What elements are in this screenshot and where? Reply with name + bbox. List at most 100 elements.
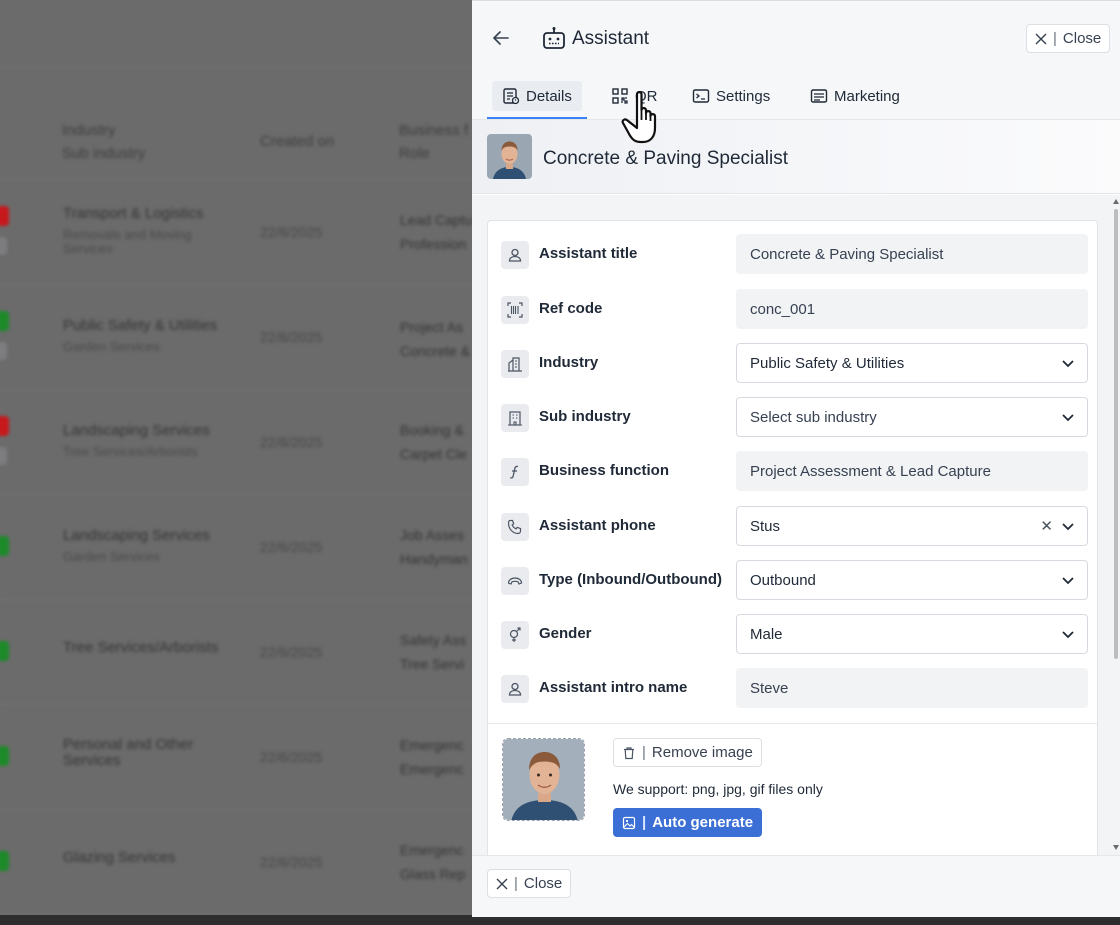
robot-icon: [543, 27, 565, 49]
row-role: Emergenc Emergenc: [400, 737, 464, 777]
profile-strip: Concrete & Paving Specialist: [472, 120, 1120, 194]
field-intro-name: Assistant intro name Steve: [488, 668, 1099, 708]
close-button[interactable]: | Close: [1026, 24, 1110, 53]
auto-generate-label: Auto generate: [652, 814, 754, 831]
industry-select[interactable]: Public Safety & Utilities: [736, 343, 1088, 383]
details-scroll-area[interactable]: Assistant title Concrete & Paving Specia…: [472, 195, 1120, 855]
details-icon: [503, 88, 520, 105]
separator: |: [514, 875, 518, 892]
gender-selected-value: Male: [750, 625, 783, 643]
row-date: 22/6/2025: [260, 854, 323, 870]
tab-settings-label: Settings: [716, 87, 771, 105]
tab-details[interactable]: Details: [492, 81, 582, 111]
active-tab-indicator: [487, 117, 587, 119]
row-role: Booking & Carpet Cle: [400, 422, 467, 462]
row-date: 22/6/2025: [260, 224, 323, 240]
auto-generate-button[interactable]: | Auto generate: [613, 808, 763, 837]
avatar-image: [487, 134, 532, 179]
row-date: 22/6/2025: [260, 539, 323, 555]
office-building-icon: [501, 404, 529, 432]
row-role: Project As Concrete &: [400, 319, 471, 359]
phone-selected-value: Stus: [750, 517, 781, 535]
phone-icon: [501, 513, 529, 541]
footer-close-button[interactable]: | Close: [487, 869, 572, 898]
field-assistant-phone: Assistant phone Stus ✕: [488, 506, 1099, 546]
scroll-up-arrow-icon[interactable]: [1113, 199, 1119, 204]
file-support-note: We support: png, jpg, gif files only: [613, 781, 823, 797]
scrollbar-thumb[interactable]: [1114, 209, 1118, 659]
tab-marketing-label: Marketing: [834, 87, 900, 105]
intro-name-input[interactable]: Steve: [736, 668, 1088, 708]
row-role: Emergenc Glass Rep: [400, 842, 466, 882]
assistant-image[interactable]: [502, 738, 585, 821]
field-ref-code: Ref code conc_001: [488, 289, 1099, 329]
field-label: Industry: [539, 354, 599, 371]
gender-select[interactable]: Male: [736, 614, 1088, 654]
close-label: Close: [1062, 30, 1102, 47]
status-indicator-secondary: [0, 237, 7, 255]
call-type-select[interactable]: Outbound: [736, 560, 1088, 600]
arrow-left-icon: [493, 31, 509, 45]
call-direction-icon: [501, 567, 529, 595]
separator: |: [642, 814, 647, 831]
tab-bar: Details QR Settings Marketing: [472, 75, 1120, 120]
sub-industry-placeholder: Select sub industry: [750, 408, 877, 426]
field-label: Assistant phone: [539, 517, 656, 534]
panel-header: Assistant | Close: [472, 1, 1120, 75]
tab-settings[interactable]: Settings: [682, 81, 780, 111]
chevron-down-icon: [1062, 523, 1074, 531]
field-label: Business function: [539, 462, 670, 479]
divider: [488, 723, 1097, 724]
header-industry: Industry Sub industry: [62, 122, 146, 162]
row-date: 22/6/2025: [260, 644, 323, 660]
industry-selected-value: Public Safety & Utilities: [750, 354, 905, 372]
barcode-icon: [501, 296, 529, 324]
panel-footer: | Close: [472, 855, 1120, 917]
assistant-phone-select[interactable]: Stus ✕: [736, 506, 1088, 546]
chevron-down-icon: [1062, 360, 1074, 368]
gender-icon: [501, 621, 529, 649]
field-gender: Gender Male: [488, 614, 1099, 654]
call-type-selected-value: Outbound: [750, 571, 816, 589]
field-label: Assistant title: [539, 245, 638, 262]
sub-industry-select[interactable]: Select sub industry: [736, 397, 1088, 437]
header-created-on: Created on: [260, 133, 335, 150]
user-icon: [501, 675, 529, 703]
row-industry: Landscaping Services Garden Services: [63, 527, 210, 564]
vertical-scrollbar[interactable]: [1112, 195, 1120, 855]
tab-details-label: Details: [526, 87, 572, 105]
status-indicator-secondary: [0, 342, 7, 360]
field-business-function: Business function Project Assessment & L…: [488, 451, 1099, 491]
footer-close-label: Close: [523, 875, 563, 892]
ref-code-input[interactable]: conc_001: [736, 289, 1088, 329]
clear-selection-icon[interactable]: ✕: [1040, 517, 1053, 535]
row-industry: Tree Services/Arborists: [63, 639, 219, 656]
status-indicator-secondary: [0, 447, 7, 465]
avatar: [487, 134, 532, 179]
row-industry: Personal and Other Services: [63, 736, 194, 769]
field-label: Type (Inbound/Outbound): [539, 571, 723, 588]
remove-image-button[interactable]: | Remove image: [613, 738, 762, 767]
row-role: Safety Ass Tree Servi: [400, 632, 467, 672]
row-industry: Public Safety & Utilities Garden Services: [63, 317, 218, 354]
marketing-icon: [810, 89, 828, 103]
scroll-down-arrow-icon[interactable]: [1113, 845, 1119, 850]
tab-marketing[interactable]: Marketing: [800, 81, 910, 111]
row-industry: Landscaping Services Tree Services/Arbori…: [63, 422, 210, 459]
panel-title: Assistant: [572, 28, 650, 49]
row-date: 22/6/2025: [260, 329, 323, 345]
assistant-panel: Assistant | Close Details QR Settings Ma…: [472, 0, 1120, 917]
trash-icon: [624, 746, 634, 759]
row-industry: Transport & Logistics Removals and Moving…: [63, 205, 204, 256]
row-date: 22/6/2025: [260, 749, 323, 765]
field-assistant-title: Assistant title Concrete & Paving Specia…: [488, 234, 1099, 274]
chevron-down-icon: [1062, 414, 1074, 422]
field-label: Gender: [539, 625, 592, 642]
assistant-title-input[interactable]: Concrete & Paving Specialist: [736, 234, 1088, 274]
header-role: Business f Role: [399, 122, 469, 162]
image-icon: [622, 816, 636, 829]
back-button[interactable]: [490, 27, 512, 49]
business-function-input[interactable]: Project Assessment & Lead Capture: [736, 451, 1088, 491]
close-icon: [496, 878, 508, 889]
remove-image-label: Remove image: [651, 744, 753, 761]
